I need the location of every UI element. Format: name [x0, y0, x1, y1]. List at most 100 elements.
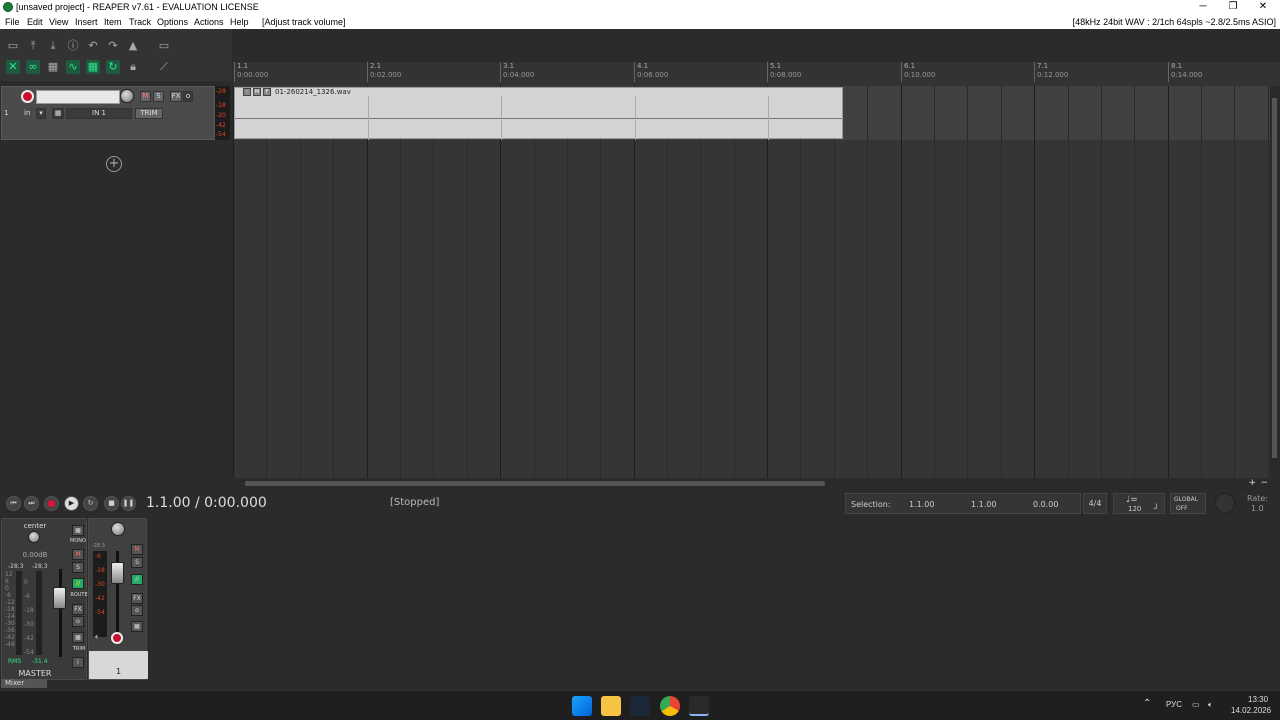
project-settings-icon[interactable]: ⓘ	[66, 39, 80, 53]
track-envelope-icon[interactable]: ▦	[131, 621, 143, 632]
zoom-in-icon[interactable]: +	[1248, 478, 1256, 488]
item-mute-icon[interactable]: M	[253, 88, 261, 96]
solo-button[interactable]: S	[153, 91, 164, 102]
master-solo-button[interactable]: S	[72, 562, 84, 573]
master-trim-label[interactable]: TRIM	[68, 646, 90, 652]
item-fx-icon[interactable]: F	[263, 88, 271, 96]
master-mute-button[interactable]: M	[72, 549, 84, 560]
master-route-icon[interactable]: ∕∕	[72, 578, 84, 589]
menu-track[interactable]: Track	[129, 17, 151, 27]
master-pan-knob[interactable]	[28, 531, 40, 543]
track-strip-number[interactable]: 1	[89, 651, 148, 679]
record-arm-button[interactable]	[21, 90, 34, 103]
auto-crossfade-icon[interactable]: ✕	[6, 60, 20, 74]
time-display[interactable]: 1.1.00 / 0:00.000	[146, 495, 267, 511]
master-volume-readout[interactable]: 0.00dB	[4, 551, 66, 559]
track-fader[interactable]	[111, 562, 124, 584]
media-item[interactable]: ◦ M F 01-260214_1326.wav	[234, 87, 843, 140]
menu-item[interactable]: Item	[104, 17, 122, 27]
undo-icon[interactable]: ↶	[86, 39, 100, 53]
horizontal-scrollbar[interactable]: + −	[233, 478, 1280, 490]
pause-icon[interactable]: ❚❚	[121, 496, 136, 511]
input-monitor-icon[interactable]: ▦	[52, 108, 64, 119]
file-explorer-icon[interactable]	[601, 696, 621, 716]
envelope-lock-icon[interactable]: ∿	[66, 60, 80, 74]
new-project-icon[interactable]: ▭	[6, 39, 20, 53]
grid-toggle-icon[interactable]: ▭	[157, 39, 171, 53]
master-fx-button[interactable]: FX	[72, 604, 84, 615]
zoom-out-icon[interactable]: −	[1260, 478, 1268, 488]
clock-time[interactable]: 13:30	[1248, 695, 1268, 704]
repeat-icon[interactable]: ↻	[83, 496, 98, 511]
track-route-icon[interactable]: ∕∕	[131, 574, 143, 585]
volume-knob[interactable]	[120, 89, 134, 103]
save-project-icon[interactable]: ⤓	[46, 39, 60, 53]
steam-icon[interactable]	[630, 696, 650, 716]
volume-icon[interactable]: 🔈︎	[1208, 700, 1213, 710]
menu-help[interactable]: Help	[230, 17, 249, 27]
master-fx-bypass-icon[interactable]: o	[72, 616, 84, 627]
maximize-button[interactable]: ❐	[1218, 1, 1248, 14]
ripple-edit-icon[interactable]: ∞	[26, 60, 40, 74]
envelope-icon[interactable]: ⟋	[157, 60, 171, 74]
master-mono-label[interactable]: MONO	[68, 538, 88, 544]
loop-icon[interactable]: ↻	[106, 60, 120, 74]
selection-length[interactable]: 0.0.00	[1033, 500, 1058, 509]
record-button[interactable]	[44, 496, 59, 511]
track-fx-bypass-icon[interactable]: o	[131, 605, 143, 616]
track-record-arm[interactable]	[111, 632, 123, 644]
horizontal-scroll-thumb[interactable]	[245, 481, 825, 486]
open-project-icon[interactable]: ⤒	[26, 39, 40, 53]
menu-options[interactable]: Options	[157, 17, 188, 27]
menu-edit[interactable]: Edit	[27, 17, 43, 27]
arrange-view[interactable]: ◦ M F 01-260214_1326.wav	[233, 86, 1270, 478]
tempo-box[interactable]: ♩= 120 ┘	[1113, 493, 1165, 514]
timeline-ruler[interactable]: 1.1 0:00.000 2.1 0:02.000 3.1 0:04.000 4.1 0…	[233, 62, 1280, 86]
selection-display[interactable]: Selection: 1.1.00 1.1.00 0.0.00	[845, 493, 1081, 514]
track-solo-button[interactable]: S	[131, 557, 143, 568]
minimize-button[interactable]: ─	[1188, 1, 1218, 14]
lock-icon[interactable]: 🔒︎	[126, 60, 140, 74]
track-1-header[interactable]: M S FX o 1 in ▾ ▦ IN 1 TRIM	[1, 86, 215, 140]
track-monitor-icon[interactable]: 🔈︎	[95, 632, 100, 642]
trim-button[interactable]: TRIM	[135, 108, 163, 119]
play-button[interactable]: ▶	[64, 496, 79, 511]
stop-icon[interactable]: ■	[104, 496, 119, 511]
time-signature[interactable]: 4/4	[1083, 493, 1107, 514]
add-track-button[interactable]: +	[106, 156, 122, 172]
global-automation-box[interactable]: GLOBAL OFF	[1170, 493, 1206, 514]
master-envelope-icon[interactable]: ▦	[72, 632, 84, 643]
master-io-icon[interactable]: ▦	[72, 525, 84, 536]
audio-device-info[interactable]: [48kHz 24bit WAV : 2/1ch 64spls ~2.8/2.5…	[1073, 17, 1276, 27]
selection-end[interactable]: 1.1.00	[971, 500, 996, 509]
language-indicator[interactable]: РУС	[1166, 700, 1182, 709]
metronome-icon[interactable]: ▲	[126, 39, 140, 53]
mixer-tab[interactable]: Mixer	[1, 679, 47, 688]
menu-file[interactable]: File	[5, 17, 20, 27]
master-fader-track[interactable]	[59, 569, 62, 657]
go-to-end-icon[interactable]: ⏭	[24, 496, 39, 511]
snap-icon[interactable]: ▦	[46, 60, 60, 74]
clock-date[interactable]: 14.02.2026	[1231, 706, 1271, 715]
track-pan-knob[interactable]	[111, 522, 125, 536]
master-info-button[interactable]: i	[72, 657, 84, 668]
fx-button[interactable]: FX	[170, 91, 182, 102]
input-select[interactable]: IN 1	[66, 108, 132, 119]
grid-lines-icon[interactable]: ▦	[86, 60, 100, 74]
playrate-knob[interactable]	[1215, 493, 1235, 513]
vertical-scroll-thumb[interactable]	[1272, 98, 1277, 458]
chrome-icon[interactable]	[660, 696, 680, 716]
menu-actions[interactable]: Actions	[194, 17, 224, 27]
redo-icon[interactable]: ↷	[106, 39, 120, 53]
network-icon[interactable]: ▭	[1192, 700, 1200, 709]
close-button[interactable]: ✕	[1248, 1, 1278, 14]
track-fx-button[interactable]: FX	[131, 593, 143, 604]
master-route-label[interactable]: ROUTE	[68, 592, 90, 598]
tray-overflow-icon[interactable]: ⌃	[1143, 698, 1151, 709]
selection-start[interactable]: 1.1.00	[909, 500, 934, 509]
menu-view[interactable]: View	[49, 17, 68, 27]
mute-button[interactable]: M	[140, 91, 151, 102]
vertical-scrollbar[interactable]	[1270, 86, 1280, 478]
go-to-start-icon[interactable]: ⏮	[6, 496, 21, 511]
fx-bypass-icon[interactable]: o	[183, 91, 193, 102]
